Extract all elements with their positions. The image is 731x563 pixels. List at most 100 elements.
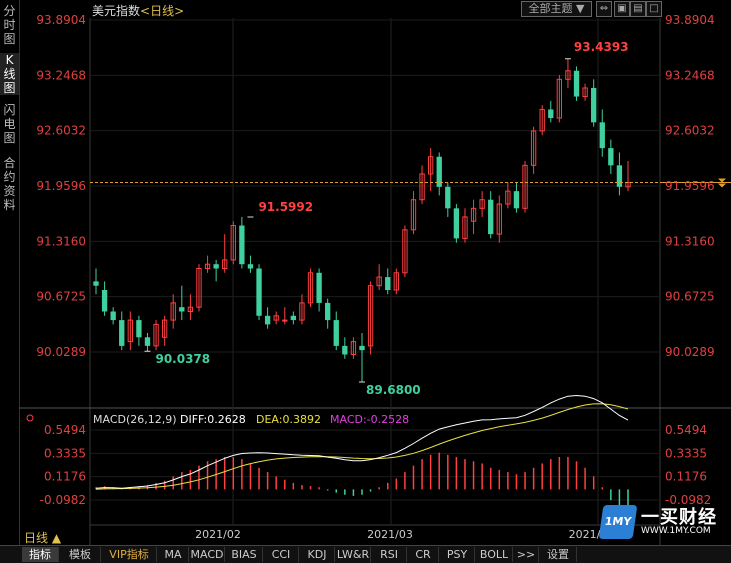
period-name[interactable]: 日线 (150, 4, 174, 18)
candle (573, 66, 580, 101)
extreme-price-label: 91.5992 (258, 200, 313, 214)
expand-icon[interactable]: ⇔ (596, 1, 612, 17)
candle (359, 332, 365, 382)
candle (505, 182, 511, 209)
tab-macd[interactable]: MACD (190, 547, 225, 562)
candle (625, 161, 631, 192)
candle (470, 199, 477, 235)
price-tick-left: 93.2468 (36, 68, 86, 82)
theme-dropdown-label: 全部主题 (528, 2, 573, 15)
candle (599, 109, 605, 157)
indicator-tabbar: 指标 模板 VIP指标 MA MACD BIAS CCI KDJ LW&R RS… (0, 545, 731, 563)
candle (239, 216, 245, 269)
candle (213, 259, 219, 282)
price-tick-left: 90.6725 (36, 290, 86, 304)
macd-diff: DIFF:0.2628 (180, 413, 246, 426)
macd-tick-right: 0.5494 (665, 423, 707, 437)
candle (282, 307, 288, 325)
candle (342, 337, 348, 359)
candle (144, 332, 151, 352)
tab-rsi[interactable]: RSI (372, 547, 407, 562)
tab-indicator[interactable]: 指标 (22, 547, 59, 562)
macd-tick-left: -0.0982 (40, 493, 86, 507)
date-tick: 2021/03 (367, 528, 413, 541)
extreme-price-label: 93.4393 (574, 40, 629, 54)
price-tick-left: 93.8904 (36, 13, 86, 27)
candle (556, 75, 563, 123)
date-tick: 2021/02 (195, 528, 241, 541)
logo-url: WWW.1MY.COM (641, 526, 711, 536)
tab-cr[interactable]: CR (408, 547, 439, 562)
candle (582, 83, 588, 101)
candle (299, 294, 305, 325)
tab-cci[interactable]: CCI (264, 547, 299, 562)
tab-ma[interactable]: MA (158, 547, 189, 562)
maximize-icon[interactable]: □ (646, 1, 662, 17)
tab-bias[interactable]: BIAS (226, 547, 263, 562)
candle (187, 294, 194, 321)
macd-tick-left: 0.5494 (44, 423, 86, 437)
extreme-price-label: 90.0378 (155, 352, 210, 366)
candle (325, 298, 331, 329)
chart-header: 美元指数<日线> (92, 2, 184, 19)
candle (376, 264, 382, 291)
candle (256, 264, 262, 321)
tab-settings[interactable]: 设置 (540, 547, 577, 562)
candle (153, 320, 159, 351)
theme-dropdown[interactable]: 全部主题 ▼ (521, 1, 592, 17)
price-tick-right: 91.3160 (665, 234, 715, 248)
diff-line (95, 394, 629, 489)
price-tick-right: 91.9596 (665, 179, 715, 193)
candle (333, 311, 339, 351)
candle (101, 281, 108, 316)
kline-chart[interactable]: MACD(26,12,9) DIFF:0.2628 DEA:0.3892 MAC… (0, 0, 731, 562)
macd-value: MACD:-0.2528 (330, 413, 409, 426)
candle (367, 281, 374, 355)
candle (419, 165, 425, 205)
tab-kdj[interactable]: KDJ (300, 547, 335, 562)
candle (608, 139, 614, 174)
split-icon[interactable]: ▤ (630, 1, 646, 17)
sidebar-tab-2[interactable]: 闪电图 (0, 103, 19, 145)
candle (204, 255, 211, 273)
period-suffix: > (174, 4, 185, 18)
instrument-name: 美元指数 (92, 4, 141, 18)
sidebar-tab-3[interactable]: 合约资料 (0, 156, 19, 212)
candle (110, 307, 116, 325)
period-prefix: < (140, 4, 151, 18)
candle (427, 148, 434, 192)
chevron-down-icon: ▼ (576, 2, 585, 15)
candle (530, 126, 537, 174)
tab-lwr[interactable]: LW&R (336, 547, 371, 562)
sidebar-tab-1[interactable]: K线图 (0, 53, 19, 95)
candle (290, 311, 297, 325)
price-tick-left: 91.9596 (36, 179, 86, 193)
scroll-arrow-icon[interactable] (718, 178, 726, 188)
price-tick-right: 93.8904 (665, 13, 715, 27)
tab-template[interactable]: 模板 (60, 547, 101, 562)
tab-more[interactable]: >> (514, 547, 539, 562)
candle (136, 315, 142, 346)
candle (230, 221, 236, 265)
candle (616, 152, 623, 196)
price-tick-right: 93.2468 (665, 68, 715, 82)
macd-settings-icon[interactable] (26, 414, 34, 422)
period-toggle[interactable]: 日线 ▲ (24, 529, 61, 546)
extreme-price-label: 89.6800 (366, 383, 421, 397)
candle (548, 100, 554, 123)
candle (436, 152, 442, 196)
macd-tick-left: 0.3335 (44, 446, 86, 460)
tab-psy[interactable]: PSY (440, 547, 475, 562)
tab-boll[interactable]: BOLL (476, 547, 513, 562)
layout-icon[interactable]: ▣ (614, 1, 630, 17)
logo-badge-icon: 1MY (598, 505, 638, 539)
macd-tick-right: 0.3335 (665, 446, 707, 460)
candle (513, 182, 520, 213)
candle (393, 268, 399, 295)
tab-vip-indicator[interactable]: VIP指标 (102, 547, 157, 562)
sidebar-tab-0[interactable]: 分时图 (0, 4, 19, 46)
candle (93, 268, 99, 295)
price-tick-left: 90.0289 (36, 345, 86, 359)
price-tick-left: 92.6032 (36, 124, 86, 138)
candle (496, 195, 502, 243)
